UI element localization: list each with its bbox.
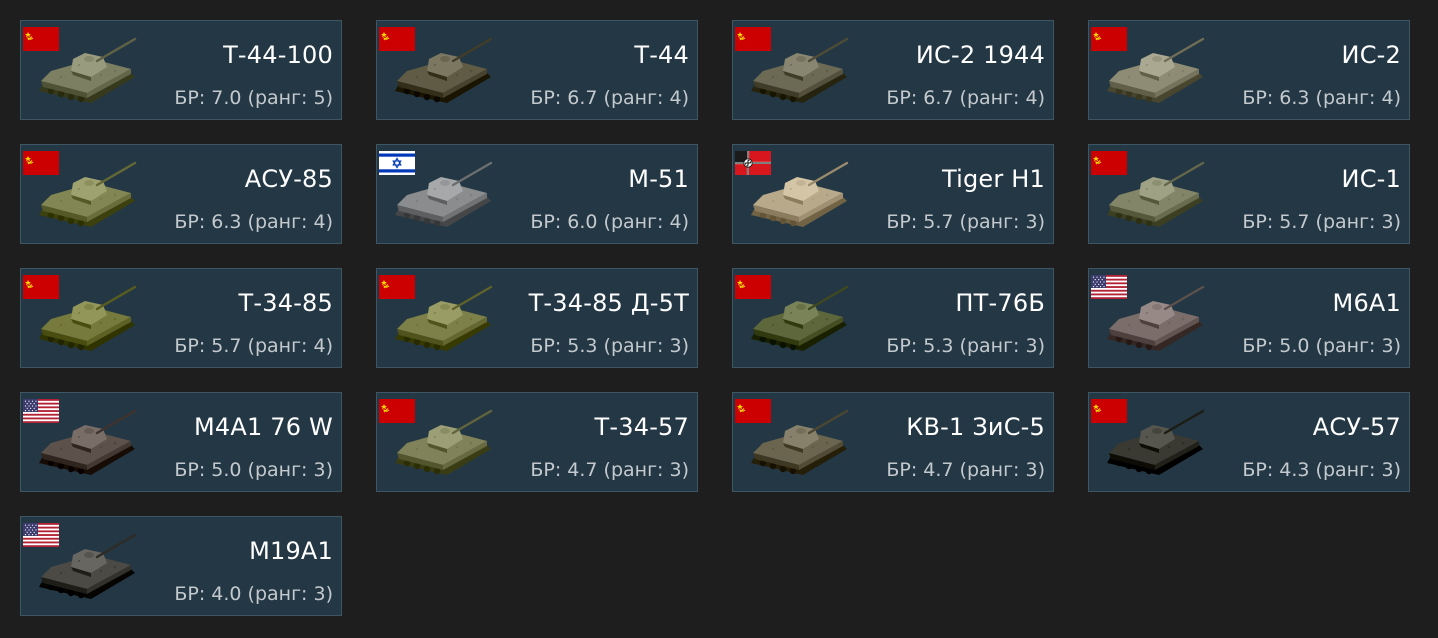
vehicle-battle-rating: БР: 5.3 (ранг: 3)	[530, 335, 689, 357]
vehicle-name: M19A1	[249, 537, 333, 565]
vehicle-card-т-44[interactable]: Т-44 БР: 6.7 (ранг: 4)	[376, 20, 698, 120]
vehicle-name: КВ-1 ЗиС-5	[906, 413, 1045, 441]
vehicle-battle-rating: БР: 5.7 (ранг: 4)	[174, 335, 333, 357]
ussr-flag-icon	[379, 399, 415, 423]
ussr-flag-icon	[23, 275, 59, 299]
vehicle-card-т-34-57[interactable]: Т-34-57 БР: 4.7 (ранг: 3)	[376, 392, 698, 492]
vehicle-name: Tiger H1	[941, 165, 1045, 193]
vehicle-battle-rating: БР: 5.7 (ранг: 3)	[886, 211, 1045, 233]
vehicle-battle-rating: БР: 5.3 (ранг: 3)	[886, 335, 1045, 357]
vehicle-name: ИС-2 1944	[915, 41, 1045, 69]
vehicle-name: АСУ-85	[244, 165, 333, 193]
vehicle-battle-rating: БР: 4.0 (ранг: 3)	[174, 583, 333, 605]
ussr-flag-icon	[23, 27, 59, 51]
vehicle-card-т-44-100[interactable]: Т-44-100 БР: 7.0 (ранг: 5)	[20, 20, 342, 120]
vehicle-card-ис-2-1944[interactable]: ИС-2 1944 БР: 6.7 (ранг: 4)	[732, 20, 1054, 120]
vehicle-battle-rating: БР: 7.0 (ранг: 5)	[174, 87, 333, 109]
vehicle-battle-rating: БР: 4.7 (ранг: 3)	[530, 459, 689, 481]
ussr-flag-icon	[1091, 399, 1127, 423]
vehicle-name: Т-44	[634, 41, 689, 69]
israel-flag-icon	[379, 151, 415, 175]
vehicle-card-ис-2[interactable]: ИС-2 БР: 6.3 (ранг: 4)	[1088, 20, 1410, 120]
usa-flag-icon	[1091, 275, 1127, 299]
vehicle-grid: Т-44-100 БР: 7.0 (ранг: 5) Т-44 БР: 6.7 …	[0, 0, 1438, 638]
vehicle-name: M4A1 76 W	[194, 413, 333, 441]
vehicle-card-ис-1[interactable]: ИС-1 БР: 5.7 (ранг: 3)	[1088, 144, 1410, 244]
vehicle-card-m4a1-76-w[interactable]: M4A1 76 W БР: 5.0 (ранг: 3)	[20, 392, 342, 492]
vehicle-card-m19a1[interactable]: M19A1 БР: 4.0 (ранг: 3)	[20, 516, 342, 616]
ussr-flag-icon	[735, 275, 771, 299]
vehicle-name: M-51	[628, 165, 689, 193]
vehicle-name: M6A1	[1332, 289, 1401, 317]
ussr-flag-icon	[1091, 27, 1127, 51]
vehicle-battle-rating: БР: 6.3 (ранг: 4)	[174, 211, 333, 233]
vehicle-name: ПТ-76Б	[955, 289, 1045, 317]
vehicle-name: АСУ-57	[1312, 413, 1401, 441]
ussr-flag-icon	[23, 151, 59, 175]
vehicle-battle-rating: БР: 6.0 (ранг: 4)	[530, 211, 689, 233]
vehicle-battle-rating: БР: 5.0 (ранг: 3)	[174, 459, 333, 481]
ussr-flag-icon	[379, 275, 415, 299]
ussr-flag-icon	[735, 27, 771, 51]
vehicle-card-пт-76б[interactable]: ПТ-76Б БР: 5.3 (ранг: 3)	[732, 268, 1054, 368]
vehicle-battle-rating: БР: 5.7 (ранг: 3)	[1242, 211, 1401, 233]
germany-flag-icon	[735, 151, 771, 175]
vehicle-card-m-51[interactable]: M-51 БР: 6.0 (ранг: 4)	[376, 144, 698, 244]
ussr-flag-icon	[735, 399, 771, 423]
vehicle-name: ИС-2	[1341, 41, 1401, 69]
vehicle-card-асу-85[interactable]: АСУ-85 БР: 6.3 (ранг: 4)	[20, 144, 342, 244]
vehicle-name: Т-34-85	[238, 289, 333, 317]
vehicle-card-т-34-85[interactable]: Т-34-85 БР: 5.7 (ранг: 4)	[20, 268, 342, 368]
vehicle-card-т-34-85-д-5т[interactable]: Т-34-85 Д-5Т БР: 5.3 (ранг: 3)	[376, 268, 698, 368]
vehicle-battle-rating: БР: 5.0 (ранг: 3)	[1242, 335, 1401, 357]
vehicle-name: Т-44-100	[223, 41, 333, 69]
vehicle-battle-rating: БР: 6.7 (ранг: 4)	[530, 87, 689, 109]
usa-flag-icon	[23, 523, 59, 547]
vehicle-card-кв-1-зис-5[interactable]: КВ-1 ЗиС-5 БР: 4.7 (ранг: 3)	[732, 392, 1054, 492]
vehicle-battle-rating: БР: 4.3 (ранг: 3)	[1242, 459, 1401, 481]
vehicle-card-m6a1[interactable]: M6A1 БР: 5.0 (ранг: 3)	[1088, 268, 1410, 368]
vehicle-battle-rating: БР: 4.7 (ранг: 3)	[886, 459, 1045, 481]
usa-flag-icon	[23, 399, 59, 423]
vehicle-card-асу-57[interactable]: АСУ-57 БР: 4.3 (ранг: 3)	[1088, 392, 1410, 492]
vehicle-battle-rating: БР: 6.3 (ранг: 4)	[1242, 87, 1401, 109]
vehicle-card-tiger-h1[interactable]: Tiger H1 БР: 5.7 (ранг: 3)	[732, 144, 1054, 244]
ussr-flag-icon	[379, 27, 415, 51]
vehicle-name: Т-34-85 Д-5Т	[528, 289, 689, 317]
vehicle-name: ИС-1	[1341, 165, 1401, 193]
vehicle-battle-rating: БР: 6.7 (ранг: 4)	[886, 87, 1045, 109]
vehicle-name: Т-34-57	[594, 413, 689, 441]
ussr-flag-icon	[1091, 151, 1127, 175]
